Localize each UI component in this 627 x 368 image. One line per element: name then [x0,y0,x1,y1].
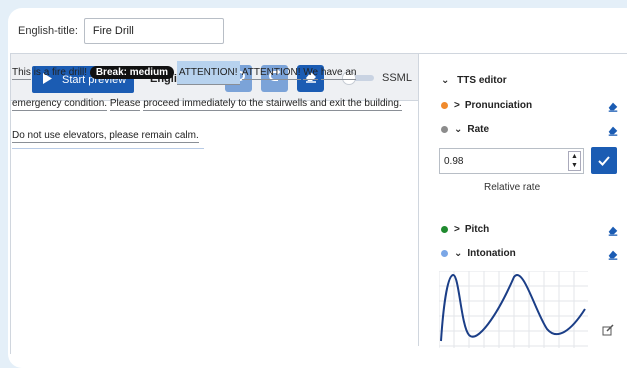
title-input[interactable]: Fire Drill [83,18,224,44]
intonation-dot [441,250,448,257]
text-underline [12,148,204,149]
pronunciation-row[interactable]: > Pronunciation [441,100,532,111]
intonation-clear-icon[interactable] [607,247,619,265]
rate-clear-icon[interactable] [607,123,619,141]
title-input-value: Fire Drill [92,25,134,37]
pitch-dot [441,226,448,233]
word-have-an[interactable]: have an [320,67,357,80]
rate-dot [441,126,448,133]
chevron-down-icon: ⌄ [454,124,463,135]
word-elevators[interactable]: Do not use elevators, please remain calm… [12,130,199,143]
word-please[interactable]: Please [109,98,141,111]
edit-icon[interactable] [602,323,614,341]
chevron-down-icon: ⌄ [454,248,463,259]
pitch-clear-icon[interactable] [607,223,619,241]
intonation-label: Intonation [467,248,516,259]
ssml-label: SSML [382,72,412,84]
editor-line-3: Do not use elevators, please remain calm… [12,130,199,143]
checkmark-icon [598,155,610,166]
rate-caption: Relative rate [484,182,541,193]
rate-apply-button[interactable] [591,147,617,174]
intonation-curve[interactable] [439,271,588,348]
rate-spinner[interactable]: ▲ ▼ [568,151,581,171]
editor-line-2: emergency condition. Please proceed imme… [12,98,402,111]
title-row: English-title: Fire Drill [18,18,224,44]
chevron-right-icon: > [454,224,460,235]
tts-editor-panel: ⌄ TTS editor > Pronunciation ⌄ Rate 0.98… [418,53,627,348]
rate-label: Rate [467,124,490,135]
word-attention[interactable]: ATTENTION! [241,67,301,80]
title-label: English-title: [18,25,78,37]
pronunciation-dot [441,102,448,109]
chevron-down-icon: ⌄ [441,75,450,86]
break-badge[interactable]: Break: medium [89,66,175,79]
editor-line-1: This is a fire drill! Break: medium ATTE… [12,61,357,85]
pitch-row[interactable]: > Pitch [441,224,489,235]
tts-editor-label: TTS editor [457,75,507,86]
word-proceed[interactable]: proceed immediately to the stairwells an… [143,98,402,111]
pronunciation-clear-icon[interactable] [607,99,619,117]
rate-value: 0.98 [444,155,464,167]
word-attention-highlighted[interactable]: ATTENTION! [176,61,240,85]
intonation-row[interactable]: ⌄ Intonation [441,248,516,259]
word-we[interactable]: We [303,67,319,80]
chevron-right-icon: > [454,100,460,111]
rate-row[interactable]: ⌄ Rate [441,124,489,135]
word-emergency-condition[interactable]: emergency condition. [12,98,108,111]
pronunciation-label: Pronunciation [464,100,533,111]
tts-editor-title[interactable]: ⌄ TTS editor [441,75,507,86]
rate-input[interactable]: 0.98 ▲ ▼ [439,148,584,174]
text-is-fire-drill: is a fire drill! [33,67,88,78]
word-this[interactable]: This [12,67,31,80]
pitch-label: Pitch [464,224,490,235]
